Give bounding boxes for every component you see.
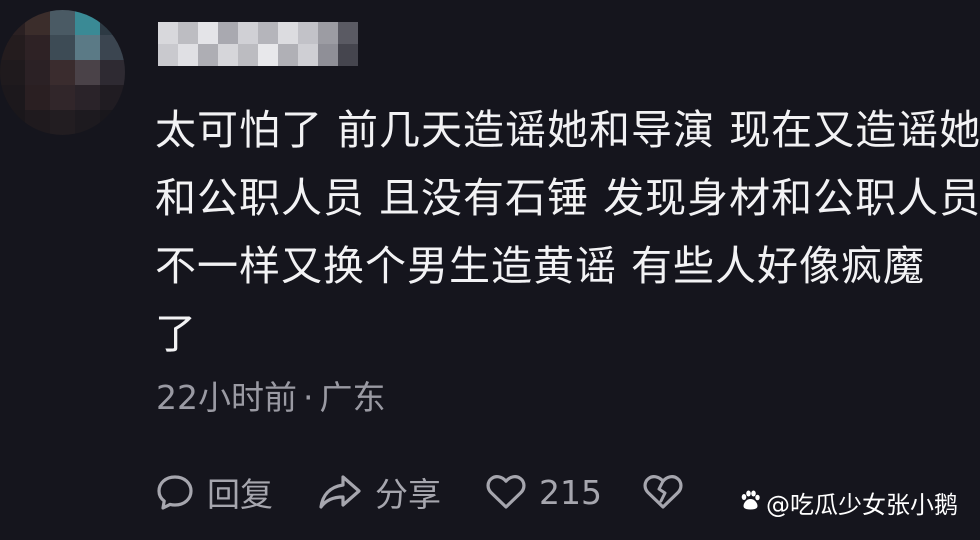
comment-location: 广东 [319, 378, 386, 417]
comment-meta: 22小时前 · 广东 [156, 376, 386, 420]
watermark: @吃瓜少女张小鹅 [738, 485, 958, 520]
comment-line: 不一样又换个男生造黄谣 有些人好像疯魔 [155, 242, 926, 290]
reply-button[interactable]: 回复 [155, 468, 273, 516]
meta-separator: · [303, 378, 314, 417]
comment-bubble-icon [155, 472, 195, 512]
action-bar: 回复 分享 215 [155, 466, 684, 518]
dislike-button[interactable] [642, 472, 684, 512]
comment-text: 太可怕了 前几天造谣她和导演 现在又造谣她 和公职人员 且没有石锤 发现身材和公… [155, 96, 980, 368]
reply-label: 回复 [207, 475, 273, 514]
comment-line: 太可怕了 前几天造谣她和导演 现在又造谣她 [155, 106, 980, 154]
share-arrow-icon [317, 472, 363, 512]
username-redacted[interactable] [158, 22, 358, 66]
like-count: 215 [539, 472, 602, 512]
paw-logo-icon [738, 488, 762, 518]
broken-heart-icon [642, 472, 684, 512]
watermark-text: @吃瓜少女张小鹅 [766, 491, 958, 519]
heart-icon [485, 472, 527, 512]
share-button[interactable]: 分享 [317, 468, 441, 516]
comment-line: 了 [155, 310, 197, 358]
comment-time: 22小时前 [156, 378, 297, 417]
comment-line: 和公职人员 且没有石锤 发现身材和公职人员 [155, 174, 980, 222]
share-label: 分享 [375, 475, 441, 514]
avatar[interactable] [0, 10, 125, 135]
comment-card: 太可怕了 前几天造谣她和导演 现在又造谣她 和公职人员 且没有石锤 发现身材和公… [0, 0, 980, 540]
like-button[interactable]: 215 [485, 472, 602, 512]
